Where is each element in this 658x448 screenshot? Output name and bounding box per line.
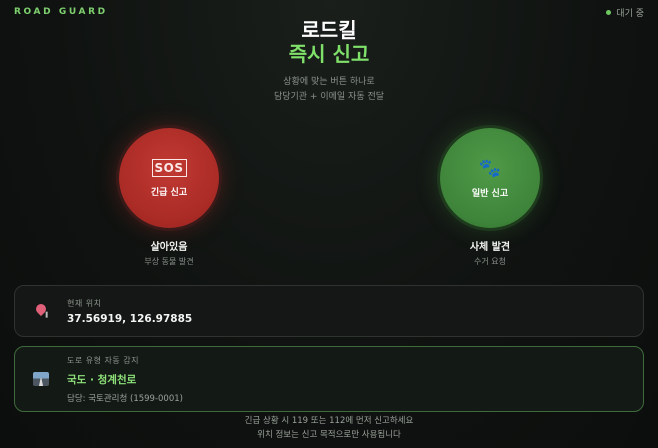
normal-report-action: 🐾 일반 신고 사체 발견 수거 요청 bbox=[440, 128, 540, 267]
footer-line-1: 긴급 상황 시 119 또는 112에 먼저 신고하세요 bbox=[244, 416, 414, 426]
subtitle-line-2: 담당기관 + 이메일 자동 전달 bbox=[273, 92, 385, 102]
road-agency: 담당: 국토관리청 (1599-0001) bbox=[67, 393, 183, 404]
subtitle-line-1: 상황에 맞는 버튼 하나로 bbox=[283, 77, 375, 87]
normal-case-name: 사체 발견 bbox=[469, 242, 511, 253]
emergency-case-desc: 부상 동물 발견 bbox=[144, 257, 194, 266]
location-card: 현재 위치 37.56919, 126.97885 bbox=[14, 285, 644, 337]
normal-button-label: 일반 신고 bbox=[471, 188, 509, 199]
status-dot-icon bbox=[606, 10, 612, 15]
title-line-2: 즉시 신고 bbox=[288, 42, 370, 66]
emergency-case-name: 살아있음 bbox=[150, 242, 188, 253]
road-type-label: 도로 유형 자동 감지 bbox=[67, 355, 140, 365]
normal-report-button[interactable]: 🐾 일반 신고 bbox=[440, 128, 540, 228]
road-icon bbox=[33, 372, 49, 386]
footer-notice: 긴급 상황 시 119 또는 112에 먼저 신고하세요 위치 정보는 신고 목… bbox=[0, 414, 658, 442]
page-subtitle: 상황에 맞는 버튼 하나로 담당기관 + 이메일 자동 전달 bbox=[0, 75, 658, 105]
footer-line-2: 위치 정보는 신고 목적으로만 사용됩니다 bbox=[257, 430, 401, 440]
brand-logo: ROAD GUARD bbox=[14, 7, 108, 17]
location-coords: 37.56919, 126.97885 bbox=[67, 312, 193, 325]
normal-case-desc: 수거 요청 bbox=[474, 257, 506, 266]
location-label: 현재 위치 bbox=[67, 298, 102, 308]
pin-icon bbox=[33, 301, 49, 317]
page-title: 로드킬 즉시 신고 bbox=[0, 18, 658, 66]
emergency-report-button[interactable]: SOS 긴급 신고 bbox=[119, 128, 219, 228]
sos-icon: SOS bbox=[151, 158, 187, 177]
title-line-1: 로드킬 bbox=[301, 18, 357, 42]
road-name: 국도 · 청계천로 bbox=[67, 373, 137, 386]
road-type-card: 도로 유형 자동 감지 국도 · 청계천로 담당: 국토관리청 (1599-00… bbox=[14, 346, 644, 412]
emergency-button-label: 긴급 신고 bbox=[150, 187, 188, 198]
paw-icon: 🐾 bbox=[478, 157, 502, 179]
emergency-report-action: SOS 긴급 신고 살아있음 부상 동물 발견 bbox=[119, 128, 219, 267]
